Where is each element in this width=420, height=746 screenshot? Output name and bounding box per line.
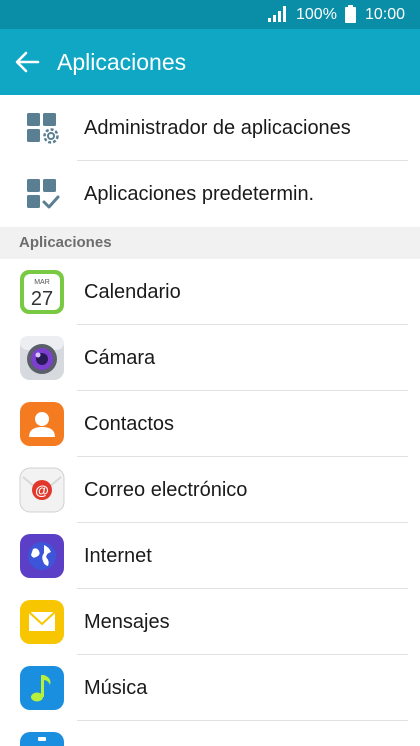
list-item-app-manager[interactable]: Administrador de aplicaciones (0, 95, 420, 161)
arrow-back-icon[interactable] (14, 50, 40, 74)
battery-percent: 100% (296, 6, 337, 23)
list-item-label: Calendario (84, 281, 181, 303)
list-item-label: Internet (84, 545, 152, 567)
battery-icon (345, 5, 356, 23)
app-icon (20, 732, 64, 746)
list-item-label: Administrador de aplicaciones (84, 117, 351, 139)
list-item-default-apps[interactable]: Aplicaciones predetermin. (0, 161, 420, 227)
list-item-label: Cámara (84, 347, 156, 369)
list-item-calendar[interactable]: MAR 27 Calendario (0, 259, 420, 325)
list-item-partial[interactable] (0, 721, 420, 746)
list-item-label: Mensajes (84, 611, 170, 633)
apps-settings-icon (27, 113, 59, 144)
music-icon (20, 666, 64, 710)
page-title: Aplicaciones (57, 49, 187, 75)
list-item-contacts[interactable]: Contactos (0, 391, 420, 457)
list-item-label: Música (84, 677, 148, 699)
list-item-internet[interactable]: Internet (0, 523, 420, 589)
calendar-day: 27 (31, 288, 53, 310)
section-header: Aplicaciones (0, 227, 420, 259)
contacts-icon (20, 402, 64, 446)
messages-icon (20, 600, 64, 644)
calendar-month: MAR (34, 279, 50, 286)
calendar-icon: MAR 27 (20, 270, 64, 314)
clock: 10:00 (365, 6, 406, 23)
app-bar: Aplicaciones (0, 29, 420, 95)
status-bar: 100% 10:00 (0, 0, 420, 29)
list-item-label: Correo electrónico (84, 479, 248, 501)
section-title: Aplicaciones (19, 234, 112, 251)
email-icon: @ (19, 467, 65, 513)
camera-icon (20, 336, 64, 380)
signal-icon (268, 6, 286, 22)
list-item-messages[interactable]: Mensajes (0, 589, 420, 655)
apps-default-icon (27, 179, 60, 209)
svg-text:@: @ (35, 482, 49, 498)
list-item-camera[interactable]: Cámara (0, 325, 420, 391)
list-item-label: Contactos (84, 413, 175, 435)
list-item-music[interactable]: Música (0, 655, 420, 721)
list-item-label: Aplicaciones predetermin. (84, 183, 315, 205)
internet-icon (20, 534, 64, 578)
list-item-email[interactable]: @ Correo electrónico (0, 457, 420, 523)
